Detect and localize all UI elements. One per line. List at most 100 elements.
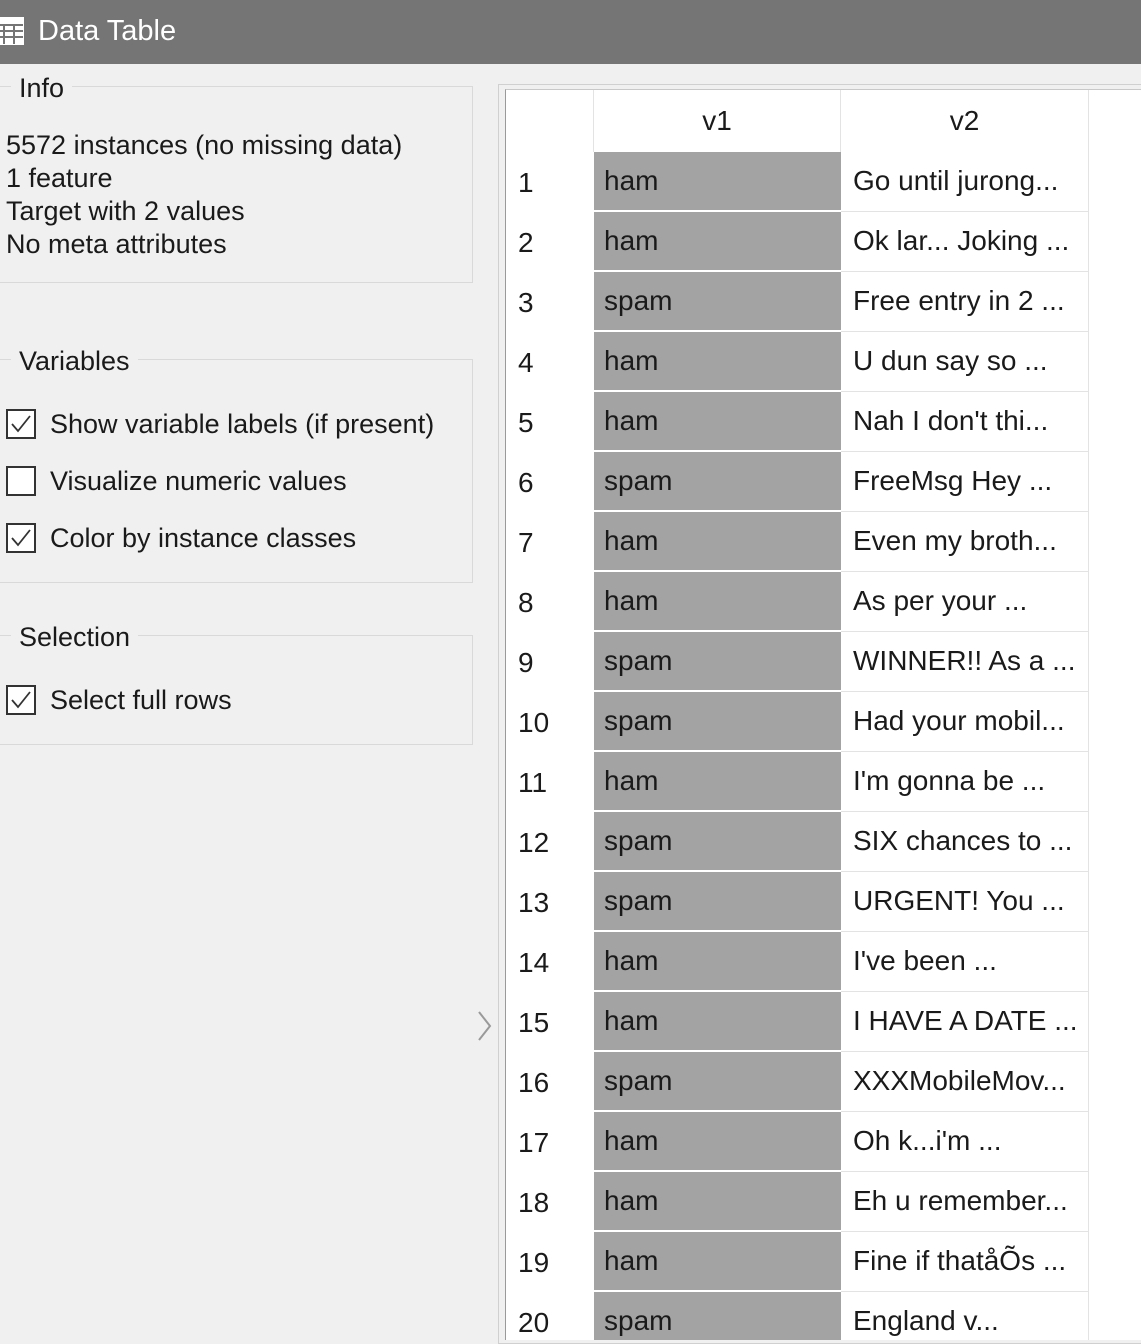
row-number: 14 — [518, 947, 550, 978]
title-bar: Data Table — [0, 0, 1141, 64]
color-by-class-option[interactable]: Color by instance classes — [6, 521, 356, 555]
cell-v1[interactable]: spam — [594, 1052, 841, 1110]
table-row[interactable]: 11 ham I'm gonna be ... — [506, 752, 1141, 812]
cell-v2[interactable]: FreeMsg Hey ... — [841, 452, 1089, 512]
table-row[interactable]: 14 ham I've been ... — [506, 932, 1141, 992]
table-row[interactable]: 12 spam SIX chances to ... — [506, 812, 1141, 872]
cell-v2[interactable]: Go until jurong... — [841, 152, 1089, 212]
cell-v2[interactable]: Eh u remember... — [841, 1172, 1089, 1232]
row-number: 20 — [518, 1307, 550, 1338]
cell-v1[interactable]: spam — [594, 272, 841, 330]
cell-v1[interactable]: ham — [594, 152, 841, 210]
table-row[interactable]: 9 spam WINNER!! As a ... — [506, 632, 1141, 692]
table-row[interactable]: 17 ham Oh k...i'm ... — [506, 1112, 1141, 1172]
table-row[interactable]: 20 spam England v... — [506, 1292, 1141, 1340]
row-number: 1 — [518, 167, 534, 198]
cell-v2[interactable]: Had your mobil... — [841, 692, 1089, 752]
variables-legend: Variables — [11, 345, 138, 377]
cell-v2[interactable]: England v... — [841, 1292, 1089, 1340]
cell-v1[interactable]: ham — [594, 212, 841, 270]
visualize-numeric-checkbox[interactable] — [6, 466, 36, 496]
info-features: 1 feature — [6, 163, 113, 193]
cell-v1[interactable]: spam — [594, 632, 841, 690]
cell-v2[interactable]: Ok lar... Joking ... — [841, 212, 1089, 272]
cell-v2[interactable]: Even my broth... — [841, 512, 1089, 572]
info-target: Target with 2 values — [6, 196, 245, 226]
cell-v1[interactable]: ham — [594, 1112, 841, 1170]
row-number: 6 — [518, 467, 534, 498]
cell-v2[interactable]: I've been ... — [841, 932, 1089, 992]
row-number: 4 — [518, 347, 534, 378]
cell-v1[interactable]: spam — [594, 692, 841, 750]
visualize-numeric-option[interactable]: Visualize numeric values — [6, 464, 347, 498]
cell-v1[interactable]: spam — [594, 1292, 841, 1340]
info-instances: 5572 instances (no missing data) — [6, 130, 403, 160]
cell-v1[interactable]: spam — [594, 812, 841, 870]
row-number: 5 — [518, 407, 534, 438]
select-full-rows-label: Select full rows — [50, 685, 232, 715]
row-number: 13 — [518, 887, 550, 918]
row-number: 16 — [518, 1067, 550, 1098]
table-row[interactable]: 18 ham Eh u remember... — [506, 1172, 1141, 1232]
cell-v1[interactable]: ham — [594, 392, 841, 450]
table-icon — [0, 17, 24, 45]
column-header-v2[interactable]: v2 — [841, 90, 1089, 152]
cell-v1[interactable]: ham — [594, 932, 841, 990]
table-row[interactable]: 1 ham Go until jurong... — [506, 152, 1141, 212]
column-header-v1[interactable]: v1 — [594, 90, 841, 152]
cell-v1[interactable]: ham — [594, 332, 841, 390]
cell-v2[interactable]: Free entry in 2 ... — [841, 272, 1089, 332]
table-row[interactable]: 10 spam Had your mobil... — [506, 692, 1141, 752]
select-full-rows-checkbox[interactable] — [6, 685, 36, 715]
table-row[interactable]: 7 ham Even my broth... — [506, 512, 1141, 572]
visualize-numeric-label: Visualize numeric values — [50, 466, 347, 496]
cell-v1[interactable]: ham — [594, 572, 841, 630]
table-row[interactable]: 2 ham Ok lar... Joking ... — [506, 212, 1141, 272]
cell-v2[interactable]: XXXMobileMov... — [841, 1052, 1089, 1112]
row-number: 3 — [518, 287, 534, 318]
row-number: 19 — [518, 1247, 550, 1278]
table-row[interactable]: 16 spam XXXMobileMov... — [506, 1052, 1141, 1112]
table-row[interactable]: 3 spam Free entry in 2 ... — [506, 272, 1141, 332]
table-row[interactable]: 13 spam URGENT! You ... — [506, 872, 1141, 932]
info-meta: No meta attributes — [6, 229, 227, 259]
select-full-rows-option[interactable]: Select full rows — [6, 683, 232, 717]
cell-v2[interactable]: As per your ... — [841, 572, 1089, 632]
cell-v1[interactable]: ham — [594, 512, 841, 570]
cell-v2[interactable]: Fine if thatåÕs ... — [841, 1232, 1089, 1292]
row-number: 15 — [518, 1007, 550, 1038]
cell-v2[interactable]: I'm gonna be ... — [841, 752, 1089, 812]
row-number: 8 — [518, 587, 534, 618]
cell-v2[interactable]: URGENT! You ... — [841, 872, 1089, 932]
color-by-class-checkbox[interactable] — [6, 523, 36, 553]
cell-v2[interactable]: U dun say so ... — [841, 332, 1089, 392]
cell-v1[interactable]: ham — [594, 752, 841, 810]
show-variable-labels-label: Show variable labels (if present) — [50, 409, 435, 439]
row-number: 7 — [518, 527, 534, 558]
selection-legend: Selection — [11, 621, 139, 653]
table-row[interactable]: 6 spam FreeMsg Hey ... — [506, 452, 1141, 512]
table-row[interactable]: 8 ham As per your ... — [506, 572, 1141, 632]
cell-v2[interactable]: Nah I don't thi... — [841, 392, 1089, 452]
cell-v2[interactable]: Oh k...i'm ... — [841, 1112, 1089, 1172]
table-row[interactable]: 4 ham U dun say so ... — [506, 332, 1141, 392]
show-variable-labels-option[interactable]: Show variable labels (if present) — [6, 407, 434, 441]
checkmark-icon — [11, 415, 31, 433]
checkmark-icon — [11, 529, 31, 547]
cell-v1[interactable]: ham — [594, 1172, 841, 1230]
cell-v1[interactable]: ham — [594, 992, 841, 1050]
data-table[interactable]: v1 v2 1 ham Go until jurong... 2 ham Ok lar..… — [505, 89, 1141, 1340]
cell-v1[interactable]: ham — [594, 1232, 841, 1290]
table-row[interactable]: 15 ham I HAVE A DATE ... — [506, 992, 1141, 1052]
show-variable-labels-checkbox[interactable] — [6, 409, 36, 439]
checkmark-icon — [11, 691, 31, 709]
table-row[interactable]: 19 ham Fine if thatåÕs ... — [506, 1232, 1141, 1292]
cell-v2[interactable]: SIX chances to ... — [841, 812, 1089, 872]
cell-v2[interactable]: I HAVE A DATE ... — [841, 992, 1089, 1052]
window-title: Data Table — [38, 15, 177, 47]
table-row[interactable]: 5 ham Nah I don't thi... — [506, 392, 1141, 452]
cell-v2[interactable]: WINNER!! As a ... — [841, 632, 1089, 692]
chevron-right-icon[interactable] — [476, 1010, 492, 1042]
cell-v1[interactable]: spam — [594, 872, 841, 930]
cell-v1[interactable]: spam — [594, 452, 841, 510]
